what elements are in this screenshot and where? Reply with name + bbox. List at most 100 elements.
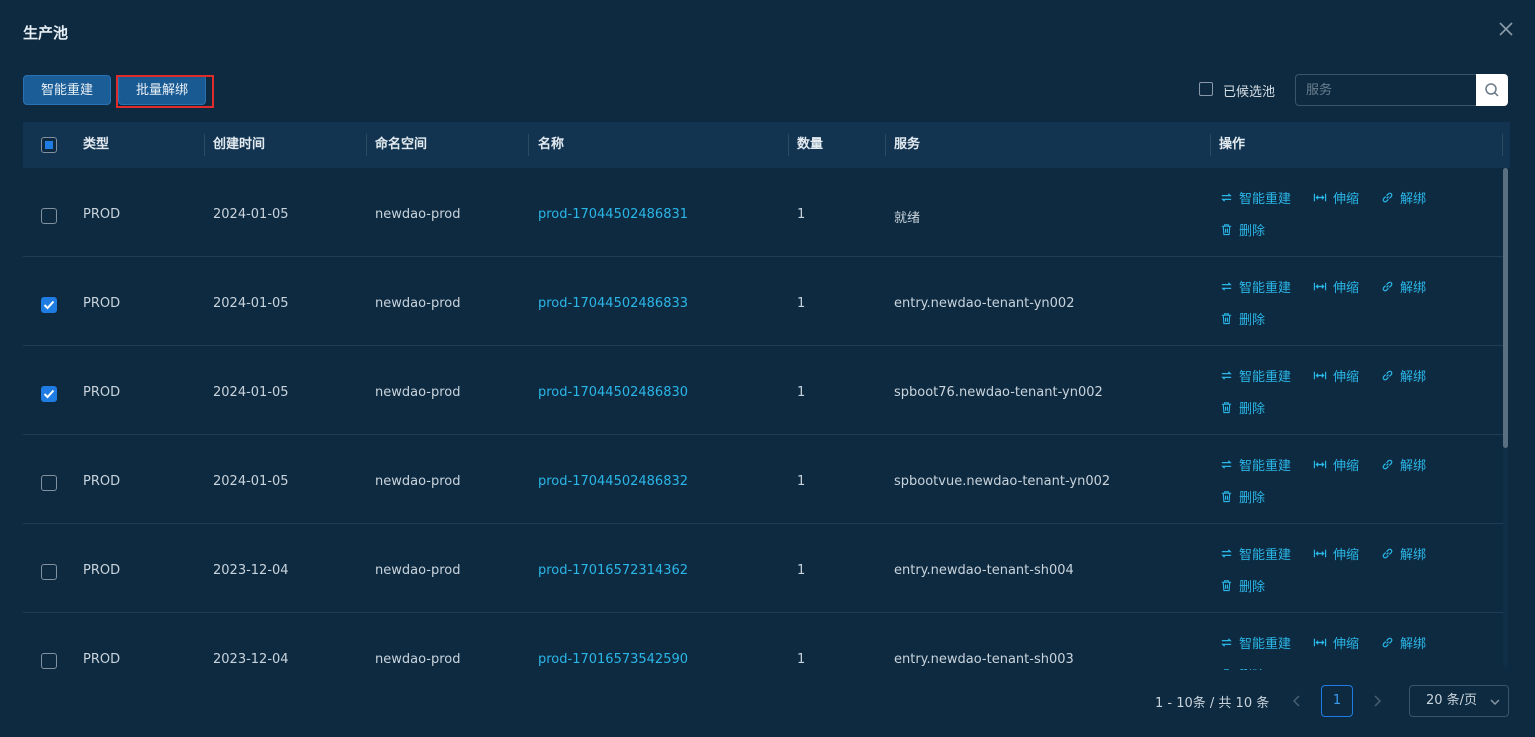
row-checkbox[interactable] — [41, 297, 57, 313]
smart-rebuild-button[interactable]: 智能重建 — [23, 75, 111, 105]
prev-page-icon[interactable] — [1289, 693, 1305, 709]
page-number-1[interactable]: 1 — [1321, 685, 1353, 717]
cell-created: 2023-12-04 — [213, 563, 289, 578]
row-checkbox[interactable] — [41, 475, 57, 491]
cell-service: entry.newdao-tenant-yn002 — [894, 296, 1075, 311]
cell-created: 2024-01-05 — [213, 296, 289, 311]
row-rebuild-action[interactable]: 智能重建 — [1220, 633, 1291, 652]
row-unbind-action[interactable]: 解绑 — [1381, 455, 1426, 474]
row-rebuild-action[interactable]: 智能重建 — [1220, 455, 1291, 474]
row-unbind-action[interactable]: 解绑 — [1381, 188, 1426, 207]
trash-icon — [1220, 579, 1233, 592]
table-header: 类型 创建时间 命名空间 名称 数量 服务 操作 — [23, 122, 1510, 168]
cell-created: 2024-01-05 — [213, 207, 289, 222]
row-rebuild-action[interactable]: 智能重建 — [1220, 188, 1291, 207]
link-icon — [1381, 280, 1394, 293]
delete-label: 删除 — [1239, 224, 1266, 239]
row-unbind-action[interactable]: 解绑 — [1381, 544, 1426, 563]
row-checkbox[interactable] — [41, 564, 57, 580]
column-header-actions: 操作 — [1219, 137, 1246, 152]
refresh-icon — [1220, 369, 1233, 382]
scale-label: 伸缩 — [1333, 637, 1360, 652]
column-header-created: 创建时间 — [213, 137, 266, 152]
cell-service: entry.newdao-tenant-sh004 — [894, 563, 1074, 578]
unbind-label: 解绑 — [1400, 192, 1427, 207]
scale-label: 伸缩 — [1333, 459, 1360, 474]
unbind-label: 解绑 — [1400, 459, 1427, 474]
page-size-select[interactable]: 20 条/页 — [1409, 685, 1509, 717]
cell-count: 1 — [797, 385, 806, 400]
search-box — [1295, 74, 1508, 106]
cell-name-link[interactable]: prod-17044502486832 — [538, 474, 688, 489]
column-header-namespace: 命名空间 — [375, 137, 428, 152]
batch-unbind-button[interactable]: 批量解绑 — [118, 75, 206, 105]
resize-icon — [1313, 369, 1327, 382]
cell-type: PROD — [83, 385, 121, 400]
row-checkbox[interactable] — [41, 653, 57, 669]
cell-count: 1 — [797, 474, 806, 489]
row-rebuild-action[interactable]: 智能重建 — [1220, 277, 1291, 296]
close-icon[interactable] — [1497, 20, 1515, 38]
row-checkbox[interactable] — [41, 208, 57, 224]
row-rebuild-action[interactable]: 智能重建 — [1220, 366, 1291, 385]
cell-type: PROD — [83, 652, 121, 667]
row-scale-action[interactable]: 伸缩 — [1313, 366, 1359, 385]
cell-namespace: newdao-prod — [375, 563, 461, 578]
cell-name-link[interactable]: prod-17016572314362 — [538, 563, 688, 578]
next-page-icon[interactable] — [1369, 693, 1385, 709]
cell-count: 1 — [797, 296, 806, 311]
cell-name-link[interactable]: prod-17044502486830 — [538, 385, 688, 400]
rebuild-label: 智能重建 — [1239, 637, 1292, 652]
cell-name-link[interactable]: prod-17016573542590 — [538, 652, 688, 667]
column-header-count: 数量 — [797, 137, 824, 152]
row-delete-action[interactable]: 删除 — [1220, 309, 1265, 328]
cell-namespace: newdao-prod — [375, 385, 461, 400]
trash-icon — [1220, 668, 1233, 670]
row-delete-action[interactable]: 删除 — [1220, 665, 1265, 670]
row-unbind-action[interactable]: 解绑 — [1381, 633, 1426, 652]
table-row: PROD 2024-01-05 newdao-prod prod-1704450248… — [23, 257, 1503, 346]
rebuild-label: 智能重建 — [1239, 192, 1292, 207]
row-unbind-action[interactable]: 解绑 — [1381, 277, 1426, 296]
cell-type: PROD — [83, 474, 121, 489]
pool-table: 类型 创建时间 命名空间 名称 数量 服务 操作 PROD 2024-01-05 n… — [23, 122, 1510, 670]
row-scale-action[interactable]: 伸缩 — [1313, 544, 1359, 563]
column-header-type: 类型 — [83, 137, 110, 152]
cell-type: PROD — [83, 296, 121, 311]
cell-namespace: newdao-prod — [375, 207, 461, 222]
row-scale-action[interactable]: 伸缩 — [1313, 277, 1359, 296]
row-scale-action[interactable]: 伸缩 — [1313, 633, 1359, 652]
cell-name-link[interactable]: prod-17044502486833 — [538, 296, 688, 311]
row-delete-action[interactable]: 删除 — [1220, 576, 1265, 595]
row-unbind-action[interactable]: 解绑 — [1381, 366, 1426, 385]
search-input[interactable] — [1295, 74, 1476, 106]
cell-type: PROD — [83, 563, 121, 578]
row-delete-action[interactable]: 删除 — [1220, 398, 1265, 417]
rebuild-label: 智能重建 — [1239, 459, 1292, 474]
cell-created: 2024-01-05 — [213, 385, 289, 400]
candidate-pool-checkbox[interactable] — [1199, 82, 1213, 96]
refresh-icon — [1220, 547, 1233, 560]
scrollbar-thumb[interactable] — [1503, 168, 1508, 448]
row-scale-action[interactable]: 伸缩 — [1313, 455, 1359, 474]
refresh-icon — [1220, 191, 1233, 204]
search-button[interactable] — [1476, 74, 1508, 106]
column-header-service: 服务 — [894, 137, 921, 152]
row-delete-action[interactable]: 删除 — [1220, 487, 1265, 506]
row-checkbox[interactable] — [41, 386, 57, 402]
row-delete-action[interactable]: 删除 — [1220, 220, 1265, 239]
trash-icon — [1220, 223, 1233, 236]
select-all-checkbox[interactable] — [41, 137, 57, 153]
table-row: PROD 2024-01-05 newdao-prod prod-1704450248… — [23, 168, 1503, 257]
scale-label: 伸缩 — [1333, 548, 1360, 563]
table-scrollbar[interactable] — [1503, 168, 1508, 668]
cell-name-link[interactable]: prod-17044502486831 — [538, 207, 688, 222]
unbind-label: 解绑 — [1400, 637, 1427, 652]
table-row: PROD 2023-12-04 newdao-prod prod-1701657231… — [23, 524, 1503, 613]
pagination-total: 1 - 10条 / 共 10 条 — [1155, 696, 1270, 711]
row-rebuild-action[interactable]: 智能重建 — [1220, 544, 1291, 563]
rebuild-label: 智能重建 — [1239, 370, 1292, 385]
table-row: PROD 2024-01-05 newdao-prod prod-1704450248… — [23, 435, 1503, 524]
row-scale-action[interactable]: 伸缩 — [1313, 188, 1359, 207]
link-icon — [1381, 458, 1394, 471]
